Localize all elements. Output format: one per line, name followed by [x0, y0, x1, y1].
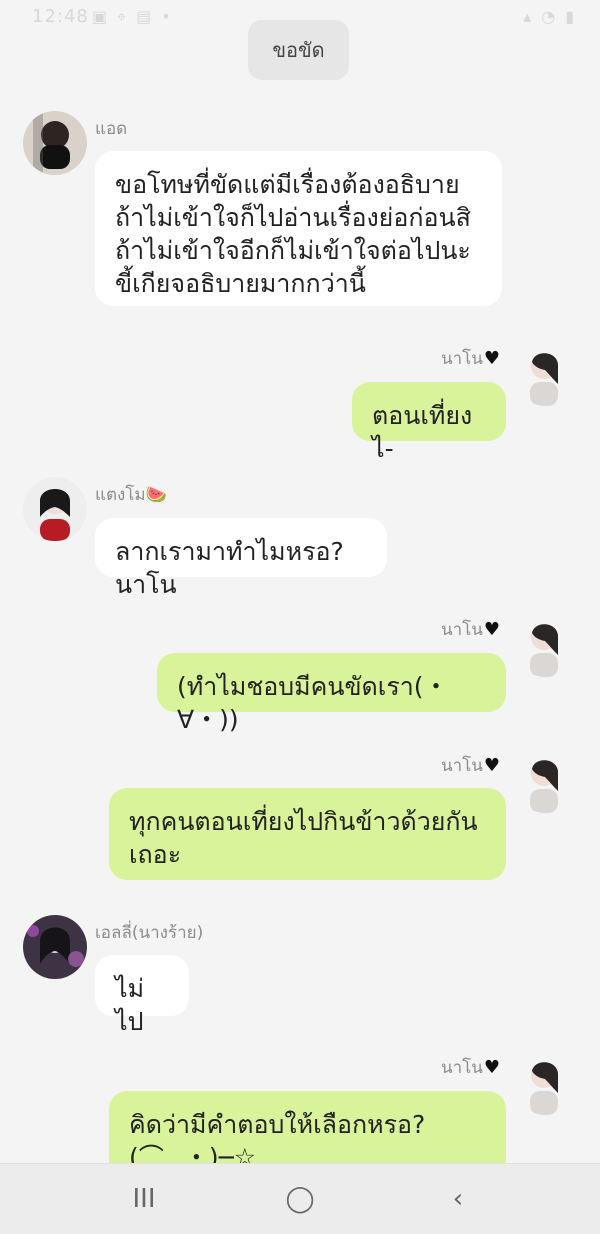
outgoing-message-bubble[interactable]: ทุกคนตอนเที่ยงไปกินข้าวด้วยกันเถอะ	[109, 788, 506, 880]
sender-name-row: นาโน♥	[441, 752, 500, 779]
recent-apps-icon: III	[132, 1184, 156, 1214]
system-chip-label: ขอขัด	[272, 38, 325, 62]
outgoing-message-bubble[interactable]: ตอนเที่ยงไ-	[352, 382, 506, 463]
home-button[interactable]: ◯	[276, 1176, 324, 1222]
sender-avatar[interactable]	[23, 915, 87, 979]
sender-avatar[interactable]	[23, 111, 87, 175]
sender-name: แตงโม	[95, 485, 146, 505]
sender-name-row: แตงโม🍉	[95, 481, 167, 508]
recent-apps-button[interactable]: III	[120, 1176, 168, 1222]
sender-name: นาโน	[441, 620, 483, 640]
sender-name: นาโน	[441, 1058, 483, 1078]
heart-icon: ♥	[483, 619, 501, 640]
incoming-message-bubble[interactable]: ลากเรามาทำไมหรอ?นาโน	[95, 518, 387, 599]
incoming-message-bubble[interactable]: ขอโทษที่ขัดแต่มีเรื่องต้องอธิบายถ้าไม่เข…	[95, 151, 502, 306]
status-time: 12:48	[32, 6, 89, 27]
back-button[interactable]: ‹	[434, 1176, 482, 1222]
image-icon: ▤	[136, 7, 152, 26]
heart-icon: ♥	[483, 1057, 501, 1078]
home-icon: ◯	[285, 1184, 315, 1214]
wifi-icon: ◔	[541, 7, 556, 26]
incoming-message-bubble[interactable]: ไม่ไป	[95, 955, 189, 1036]
sender-avatar[interactable]	[514, 749, 578, 813]
avatar-image-icon	[514, 342, 578, 406]
avatar-image-icon	[514, 1051, 578, 1115]
system-navigation-bar: III ◯ ‹	[0, 1163, 600, 1234]
avatar-image-icon	[514, 749, 578, 813]
sender-name: นาโน	[441, 349, 483, 369]
sender-name-row: นาโน♥	[441, 345, 500, 372]
battery-icon: ▮	[565, 7, 574, 26]
avatar-image-icon	[23, 915, 87, 979]
sender-name: แอด	[95, 119, 128, 139]
sender-name: นาโน	[441, 756, 483, 776]
heart-icon: ♥	[483, 348, 501, 369]
avatar-image-icon	[23, 477, 87, 541]
sender-avatar[interactable]	[514, 613, 578, 677]
back-icon: ‹	[452, 1184, 464, 1214]
sender-avatar[interactable]	[514, 1051, 578, 1115]
status-left-icons: ▣ ⌖ ▤ •	[92, 7, 171, 27]
status-right-icons: ▴ ◔ ▮	[523, 7, 574, 26]
system-chip: ขอขัด	[248, 20, 349, 80]
gallery-icon: ▣	[92, 7, 108, 26]
watermelon-icon: 🍉	[145, 485, 167, 505]
avatar-image-icon	[514, 613, 578, 677]
sender-name-row: นาโน♥	[441, 616, 500, 643]
location-icon: ⌖	[117, 7, 127, 26]
avatar-image-icon	[23, 111, 87, 175]
signal-icon: ▴	[523, 7, 532, 26]
sender-avatar[interactable]	[514, 342, 578, 406]
sender-name-row: นาโน♥	[441, 1054, 500, 1081]
outgoing-message-bubble[interactable]: (ทำไมชอบมีคนขัดเรา(・∀・))	[157, 653, 506, 734]
more-icon: •	[161, 7, 171, 26]
heart-icon: ♥	[483, 755, 501, 776]
sender-avatar[interactable]	[23, 477, 87, 541]
sender-name: เอลลี่(นางร้าย)	[95, 923, 204, 943]
